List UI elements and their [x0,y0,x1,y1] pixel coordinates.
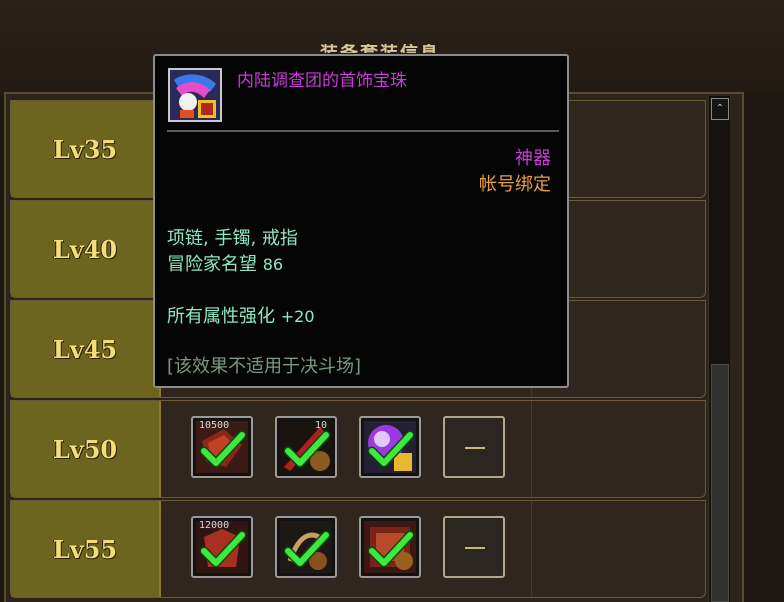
scrollbar-thumb[interactable] [711,364,729,602]
equipment-slot[interactable]: 10500 [191,416,253,478]
fame-line: 冒险家名望 86 [167,250,283,276]
stat-line: 所有属性强化 +20 [167,302,315,328]
level-label-box: Lv55 [11,501,161,597]
empty-slot-icon [465,447,485,449]
item-name: 内陆调查团的首饰宝珠 [237,71,407,91]
equipment-slot[interactable] [359,416,421,478]
level-label: Lv55 [52,534,118,564]
column-divider [531,401,532,497]
equipment-slot[interactable]: 12000 [191,516,253,578]
stat-value: +20 [280,307,315,326]
stat-label: 所有属性强化 [167,306,275,327]
item-rarity: 神器 [515,148,551,169]
level-label: Lv50 [52,434,118,464]
item-binding: 帐号绑定 [479,174,551,195]
jewel-orb-icon [170,70,220,120]
level-row-lv50: Lv50 10500 10 [10,400,706,498]
fame-value: 86 [262,255,284,274]
gem-red-icon [364,521,416,573]
equip-types: 项链, 手镯, 戒指 [167,228,298,249]
equipment-slot[interactable] [359,516,421,578]
item-count: 10500 [199,420,230,431]
empty-slot-icon [465,547,485,549]
item-icon [168,68,222,122]
item-count: 12000 [199,520,230,531]
level-label-box: Lv40 [11,201,161,297]
scroll-icon [280,521,332,573]
scrollbar[interactable]: ⌃ [708,96,730,602]
equipment-slot[interactable] [275,516,337,578]
level-label-box: Lv45 [11,301,161,397]
level-label: Lv35 [52,134,118,164]
orb-purple-icon [364,421,416,473]
tooltip-divider [167,130,559,132]
column-divider [531,501,532,597]
chevron-up-icon[interactable]: ⌃ [711,98,729,120]
empty-equipment-slot[interactable] [443,416,505,478]
level-row-lv55: Lv55 12000 [10,500,706,598]
level-label: Lv45 [52,334,118,364]
level-label-box: Lv50 [11,401,161,497]
item-tooltip: 内陆调查团的首饰宝珠 神器 帐号绑定 项链, 手镯, 戒指 冒险家名望 86 所… [153,54,569,388]
equipment-slot[interactable]: 10 [275,416,337,478]
fame-label: 冒险家名望 [167,254,257,275]
item-count: 10 [315,420,328,431]
level-label: Lv40 [52,234,118,264]
level-label-box: Lv35 [11,101,161,197]
effect-note: [该效果不适用于决斗场] [167,356,362,377]
empty-equipment-slot[interactable] [443,516,505,578]
